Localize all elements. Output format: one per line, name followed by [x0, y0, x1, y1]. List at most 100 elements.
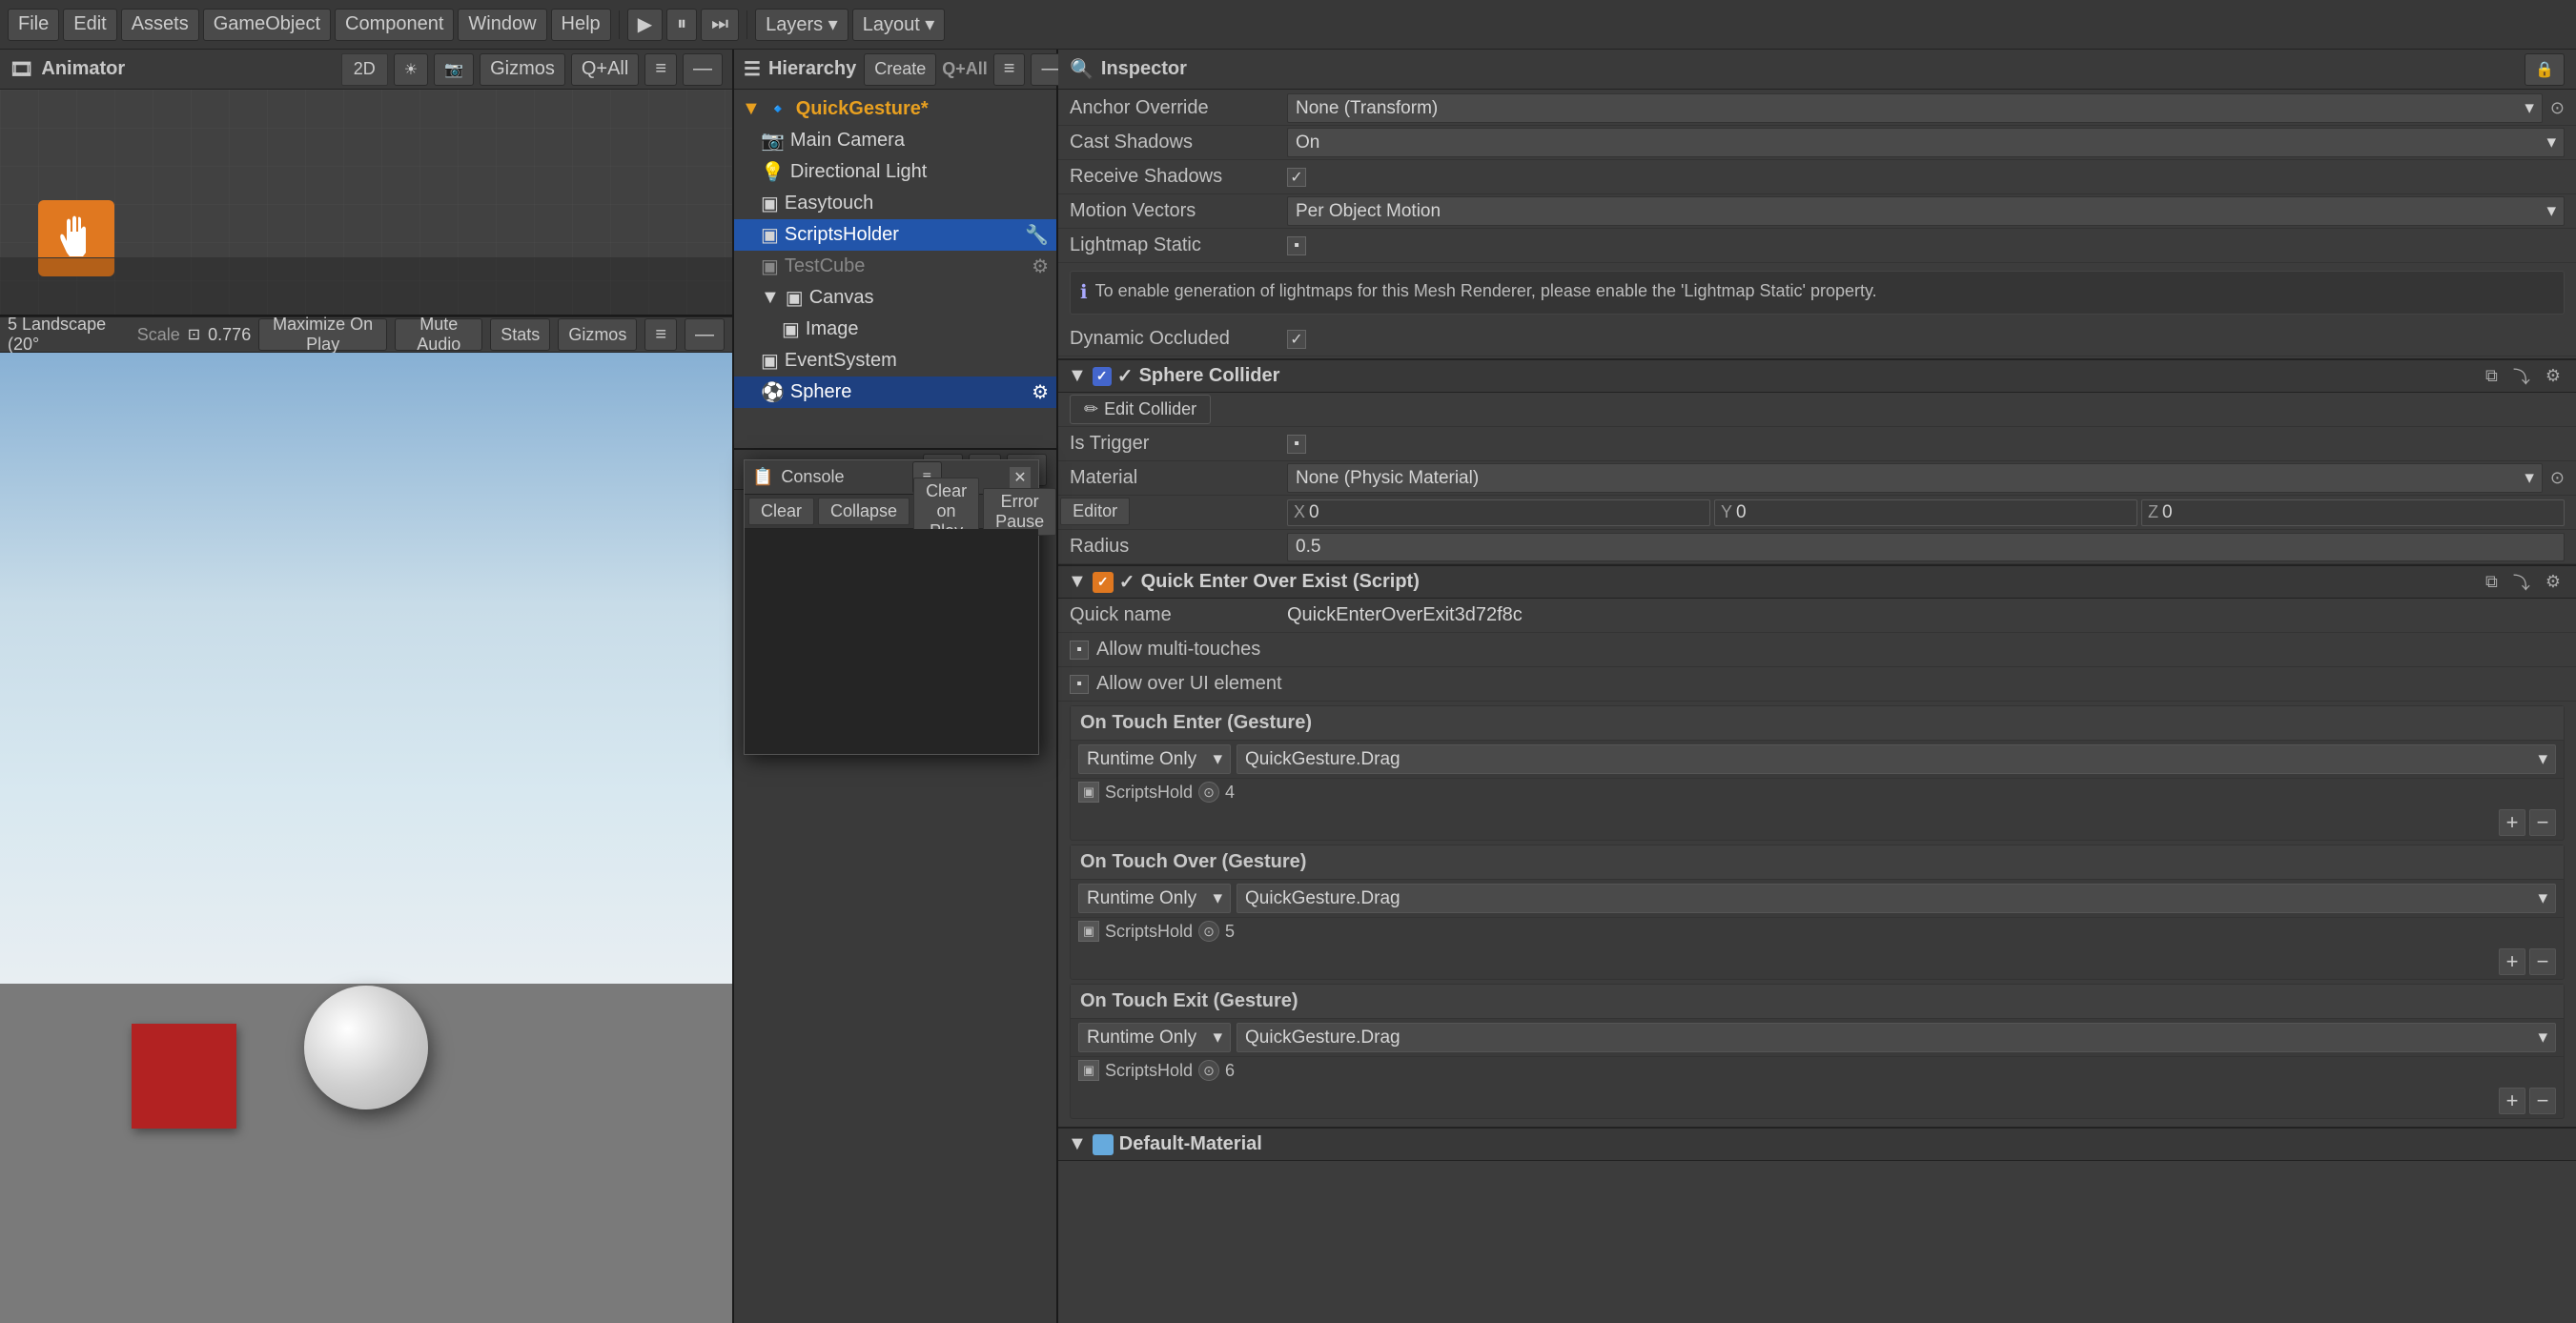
is-trigger-checkbox[interactable]: ▪ [1287, 435, 1306, 454]
sc-center-xyz: X 0 Y 0 Z 0 [1287, 499, 2565, 526]
on-touch-exit-remove-btn[interactable]: − [2529, 1088, 2556, 1114]
assets-menu[interactable]: Assets [121, 9, 199, 41]
animator-gizmos-btn[interactable]: Gizmos [480, 53, 565, 86]
scale-value: 0.776 [208, 325, 251, 345]
edit-collider-btn[interactable]: ✏ Edit Collider [1070, 395, 1211, 424]
receive-shadows-checkbox[interactable]: ✓ [1287, 168, 1306, 187]
on-touch-over-remove-btn[interactable]: − [2529, 948, 2556, 975]
hierarchy-item-image[interactable]: ▣ Image [734, 314, 1056, 345]
middle-panel: ☰ Hierarchy Create Q+All ≡ — ▼ 🔹 QuickGe… [734, 50, 1058, 1323]
sc-center-x-field[interactable]: X 0 [1287, 499, 1710, 526]
step-button[interactable]: ⏭ [701, 9, 739, 41]
hierarchy-item-scriptsholder[interactable]: ▣ ScriptsHolder 🔧 [734, 219, 1056, 251]
motion-vectors-dropdown[interactable]: Per Object Motion▾ [1287, 196, 2565, 226]
pause-button[interactable]: ⏸ [666, 9, 697, 41]
on-touch-over-title: On Touch Over (Gesture) [1080, 851, 1306, 873]
help-menu[interactable]: Help [551, 9, 611, 41]
on-touch-enter-add-btn[interactable]: + [2499, 809, 2525, 836]
on-touch-enter-func-dropdown[interactable]: QuickGesture.Drag▾ [1237, 744, 2556, 774]
hierarchy-item-canvas[interactable]: ▼ ▣ Canvas [734, 282, 1056, 314]
animator-sun-icon[interactable]: ☀ [394, 53, 428, 86]
hierarchy-item-main-camera[interactable]: 📷 Main Camera [734, 125, 1056, 156]
play-button[interactable]: ▶ [627, 9, 663, 41]
scene-menu-btn[interactable]: ≡ [644, 318, 677, 351]
on-touch-exit-runtime-dropdown[interactable]: Runtime Only▾ [1078, 1023, 1231, 1052]
on-touch-enter-title: On Touch Enter (Gesture) [1080, 712, 1312, 734]
hierarchy-item-testcube[interactable]: ▣ TestCube ⚙ [734, 251, 1056, 282]
console-clear-btn[interactable]: Clear [748, 498, 814, 525]
dynamic-occluded-row: Dynamic Occluded ✓ [1058, 322, 2576, 356]
animator-search-btn[interactable]: Q+All [571, 53, 639, 86]
sphere-collider-checkbox[interactable]: ✓ [1117, 364, 1134, 388]
edit-collider-label: Edit Collider [1104, 399, 1196, 419]
dynamic-occluded-checkbox[interactable]: ✓ [1287, 330, 1306, 349]
script-menu-btn[interactable]: ⚙ [2540, 568, 2566, 597]
scriptsholder-badge: 🔧 [1025, 223, 1049, 247]
animator-close-btn[interactable]: — [683, 53, 723, 86]
layers-dropdown[interactable]: Layers ▾ [755, 9, 848, 41]
scene-gizmos-btn[interactable]: Gizmos [558, 318, 637, 351]
on-touch-over-addremove: + − [1071, 945, 2564, 979]
on-touch-over-runtime-dropdown[interactable]: Runtime Only▾ [1078, 884, 1231, 913]
anchor-override-extra-btn[interactable]: ⊙ [2550, 98, 2565, 118]
allow-multi-touches-checkbox[interactable]: ▪ [1070, 641, 1089, 660]
scene-toolbar: 5 Landscape (20° Scale ⊡ 0.776 Maximize … [0, 316, 732, 353]
console-collapse-btn[interactable]: Collapse [818, 498, 910, 525]
hierarchy-menu-btn[interactable]: ≡ [993, 53, 1026, 86]
scene-collapse-btn[interactable]: — [685, 318, 725, 351]
dynamic-occluded-label: Dynamic Occluded [1070, 328, 1279, 350]
animator-2d-btn[interactable]: 2D [341, 53, 388, 86]
on-touch-over-func-dropdown[interactable]: QuickGesture.Drag▾ [1237, 884, 2556, 913]
mute-audio-btn[interactable]: Mute Audio [395, 318, 482, 351]
on-touch-exit-func-dropdown[interactable]: QuickGesture.Drag▾ [1237, 1023, 2556, 1052]
window-menu[interactable]: Window [458, 9, 546, 41]
component-menu[interactable]: Component [335, 9, 454, 41]
edit-menu[interactable]: Edit [63, 9, 116, 41]
layout-dropdown[interactable]: Layout ▾ [852, 9, 946, 41]
on-touch-exit-title: On Touch Exit (Gesture) [1080, 990, 1298, 1012]
camera-icon: 📷 [761, 129, 785, 153]
maximize-on-play-btn[interactable]: Maximize On Play [258, 318, 387, 351]
material-section: ▼ Default-Material [1058, 1127, 2576, 1161]
bottom-middle: 📁 Project 🔒 ≡ — Assets 📋 Console [734, 450, 1056, 1323]
inspector-lock-btn[interactable]: 🔒 [2525, 53, 2565, 86]
on-touch-over-add-btn[interactable]: + [2499, 948, 2525, 975]
sc-paste-btn[interactable]: ⤵ [2507, 362, 2536, 391]
lightmap-static-checkbox[interactable]: ▪ [1287, 236, 1306, 255]
on-touch-enter-remove-btn[interactable]: − [2529, 809, 2556, 836]
create-btn[interactable]: Create [864, 53, 936, 86]
sc-center-y-field[interactable]: Y 0 [1714, 499, 2137, 526]
sc-radius-value[interactable]: 0.5 [1287, 533, 2565, 561]
file-menu[interactable]: File [8, 9, 59, 41]
script-paste-btn[interactable]: ⤵ [2507, 568, 2536, 597]
on-touch-enter-runtime-dropdown[interactable]: Runtime Only▾ [1078, 744, 1231, 774]
sc-center-z-field[interactable]: Z 0 [2141, 499, 2565, 526]
hierarchy-scene-root[interactable]: ▼ 🔹 QuickGesture* [734, 93, 1056, 125]
cast-shadows-dropdown[interactable]: On▾ [1287, 128, 2565, 157]
anchor-override-dropdown[interactable]: None (Transform)▾ [1287, 93, 2543, 123]
hierarchy-item-easytouch[interactable]: ▣ Easytouch [734, 188, 1056, 219]
hierarchy-item-directional-light[interactable]: 💡 Directional Light [734, 156, 1056, 188]
sc-material-dropdown[interactable]: None (Physic Material)▾ [1287, 463, 2543, 493]
console-editor-btn[interactable]: Editor [1060, 498, 1130, 525]
lightmap-static-row: Lightmap Static ▪ [1058, 229, 2576, 263]
hierarchy-item-sphere[interactable]: ⚽ Sphere ⚙ [734, 377, 1056, 408]
script-icon-box: ✓ [1093, 572, 1114, 593]
hierarchy-item-eventsystem[interactable]: ▣ EventSystem [734, 345, 1056, 377]
allow-over-ui-row: ▪ Allow over UI element [1058, 667, 2576, 702]
console-error-pause-btn[interactable]: Error Pause [983, 488, 1056, 536]
sphere-label: Sphere [790, 381, 852, 403]
animator-menu-btn[interactable]: ≡ [644, 53, 677, 86]
sc-material-pick-btn[interactable]: ⊙ [2550, 468, 2565, 488]
animator-cam-icon[interactable]: 📷 [434, 53, 474, 86]
gameobject-menu[interactable]: GameObject [203, 9, 331, 41]
sc-copy-btn[interactable]: ⧉ [2480, 362, 2504, 391]
stats-btn[interactable]: Stats [490, 318, 550, 351]
console-close-btn[interactable]: ✕ [1010, 467, 1031, 488]
sc-menu-btn[interactable]: ⚙ [2540, 362, 2566, 391]
script-copy-btn[interactable]: ⧉ [2480, 568, 2504, 597]
script-enabled-cb[interactable]: ✓ [1119, 570, 1135, 594]
on-touch-enter-num: 4 [1225, 783, 1235, 803]
allow-over-ui-checkbox[interactable]: ▪ [1070, 675, 1089, 694]
on-touch-exit-add-btn[interactable]: + [2499, 1088, 2525, 1114]
